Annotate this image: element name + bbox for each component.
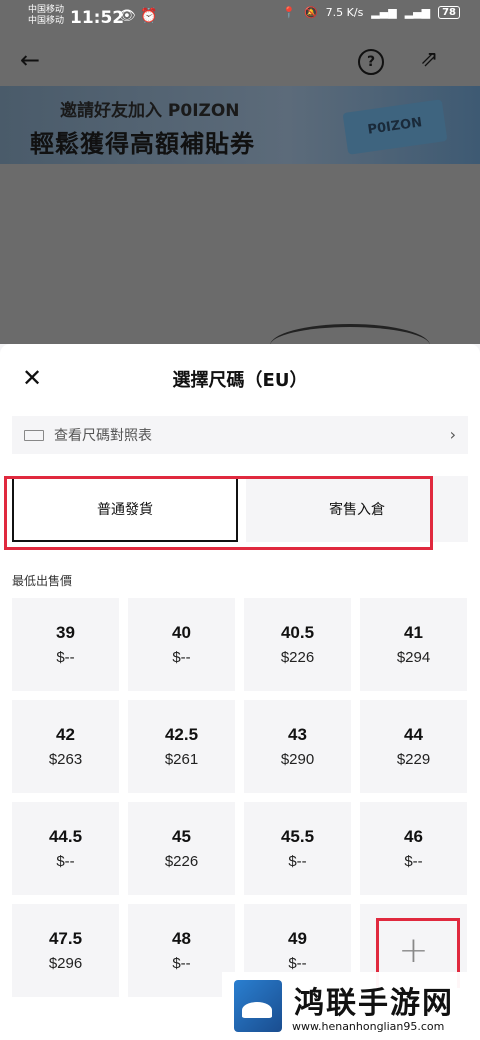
size-option[interactable]: 40.5 $226 (244, 598, 351, 691)
size-price: $226 (164, 853, 199, 870)
top-nav: ← ? ⇗ (0, 36, 480, 86)
size-option[interactable]: 43 $290 (244, 700, 351, 793)
share-icon[interactable]: ⇗ (420, 47, 438, 72)
carrier-1: 中国移动 (28, 5, 65, 15)
sheet-title: 選擇尺碼（EU） (172, 370, 308, 391)
size-price: $294 (396, 649, 431, 666)
size-value: 41 (404, 623, 423, 642)
banner-card-image: P0IZON (342, 99, 448, 155)
size-option[interactable]: 44 $229 (360, 700, 467, 793)
size-option[interactable]: 47.5 $296 (12, 904, 119, 997)
chevron-right-icon: › (449, 425, 456, 444)
size-value: 45 (172, 827, 191, 846)
size-value: 45.5 (280, 827, 315, 846)
size-value: 46 (404, 827, 423, 846)
shipping-mode-tabs: 普通發貨 寄售入倉 (12, 476, 468, 544)
eye-icon: 👁 (118, 8, 136, 24)
size-value: 49 (288, 929, 307, 948)
status-bar: 中国移动 中国移动 11:52 👁 ⏰ 📍 🔕 7.5 K/s ▂▄▆ ▂▄▆ … (0, 0, 480, 36)
size-price: $-- (172, 649, 191, 666)
back-arrow-icon[interactable]: ← (20, 46, 40, 74)
size-price: $-- (56, 649, 75, 666)
size-option[interactable]: 39 $-- (12, 598, 119, 691)
size-value: 44.5 (48, 827, 83, 846)
size-price: $261 (164, 751, 199, 768)
size-price: $-- (172, 955, 191, 972)
size-option[interactable]: 42 $263 (12, 700, 119, 793)
size-value: 40 (172, 623, 191, 642)
signal-icon-2: ▂▄▆ (404, 6, 431, 19)
mode-regular-shipping[interactable]: 普通發貨 (12, 476, 238, 542)
size-price: $-- (404, 853, 423, 870)
size-price: $226 (280, 649, 315, 666)
size-value: 42.5 (164, 725, 199, 744)
watermark: 鸿联手游网 www.henanhonglian95.com (222, 972, 480, 1040)
size-option[interactable]: 40 $-- (128, 598, 235, 691)
size-value: 48 (172, 929, 191, 948)
banner-line-2: 輕鬆獲得高額補貼券 (30, 130, 255, 158)
battery-icon: 78 (438, 6, 460, 19)
size-price: $-- (288, 955, 307, 972)
section-label: 最低出售價 (12, 574, 73, 588)
size-price: $290 (280, 751, 315, 768)
size-option[interactable]: 45 $226 (128, 802, 235, 895)
status-icons: 👁 ⏰ (118, 8, 158, 24)
watermark-url: www.henanhonglian95.com (292, 1020, 445, 1033)
size-option[interactable]: 44.5 $-- (12, 802, 119, 895)
size-value: 43 (288, 725, 307, 744)
size-value: 47.5 (48, 929, 83, 948)
size-value: 44 (404, 725, 423, 744)
banner-line-1: 邀請好友加入 P0IZON (60, 101, 240, 121)
watermark-logo (234, 980, 282, 1032)
location-icon: 📍 (282, 6, 296, 19)
size-chart-link[interactable]: 查看尺碼對照表 › (12, 416, 468, 454)
size-value: 42 (56, 725, 75, 744)
size-value: 39 (56, 623, 75, 642)
size-grid: 39 $-- 40 $-- 40.5 $226 41 $294 42 $263 42.5 $261 43… (12, 598, 468, 997)
promo-banner[interactable]: 邀請好友加入 P0IZON 輕鬆獲得高額補貼券 P0IZON (0, 86, 480, 164)
size-price: $-- (56, 853, 75, 870)
carrier-2: 中国移动 (28, 16, 65, 26)
dimmed-background[interactable] (0, 164, 480, 344)
mute-icon: 🔕 (303, 6, 318, 19)
size-option[interactable]: 45.5 $-- (244, 802, 351, 895)
alarm-icon: ⏰ (140, 8, 158, 24)
watermark-title: 鸿联手游网 (294, 986, 454, 1021)
carrier-info: 中国移动 中国移动 (28, 5, 64, 27)
signal-icon: ▂▄▆ (371, 6, 397, 19)
size-price: $-- (288, 853, 307, 870)
size-price: $229 (396, 751, 431, 768)
ruler-icon (24, 429, 44, 441)
size-select-sheet: 選擇尺碼（EU） ✕ 查看尺碼對照表 › 普通發貨 寄售入倉 最低出售價 39 $… (0, 344, 480, 1040)
size-chart-label: 查看尺碼對照表 (54, 428, 152, 444)
size-option[interactable]: 41 $294 (360, 598, 467, 691)
help-icon[interactable]: ? (358, 49, 384, 75)
size-price: $263 (48, 751, 83, 768)
size-option[interactable]: 48 $-- (128, 904, 235, 997)
size-option[interactable]: 46 $-- (360, 802, 467, 895)
close-icon[interactable]: ✕ (22, 366, 42, 390)
clock: 11:52 (70, 8, 125, 28)
net-speed: 7.5 K/s (325, 6, 364, 19)
mode-consignment[interactable]: 寄售入倉 (246, 476, 468, 542)
status-right: 📍 🔕 7.5 K/s ▂▄▆ ▂▄▆ 78 (282, 6, 460, 19)
size-price: $296 (48, 955, 83, 972)
size-option[interactable]: 42.5 $261 (128, 700, 235, 793)
size-value: 40.5 (280, 623, 315, 642)
